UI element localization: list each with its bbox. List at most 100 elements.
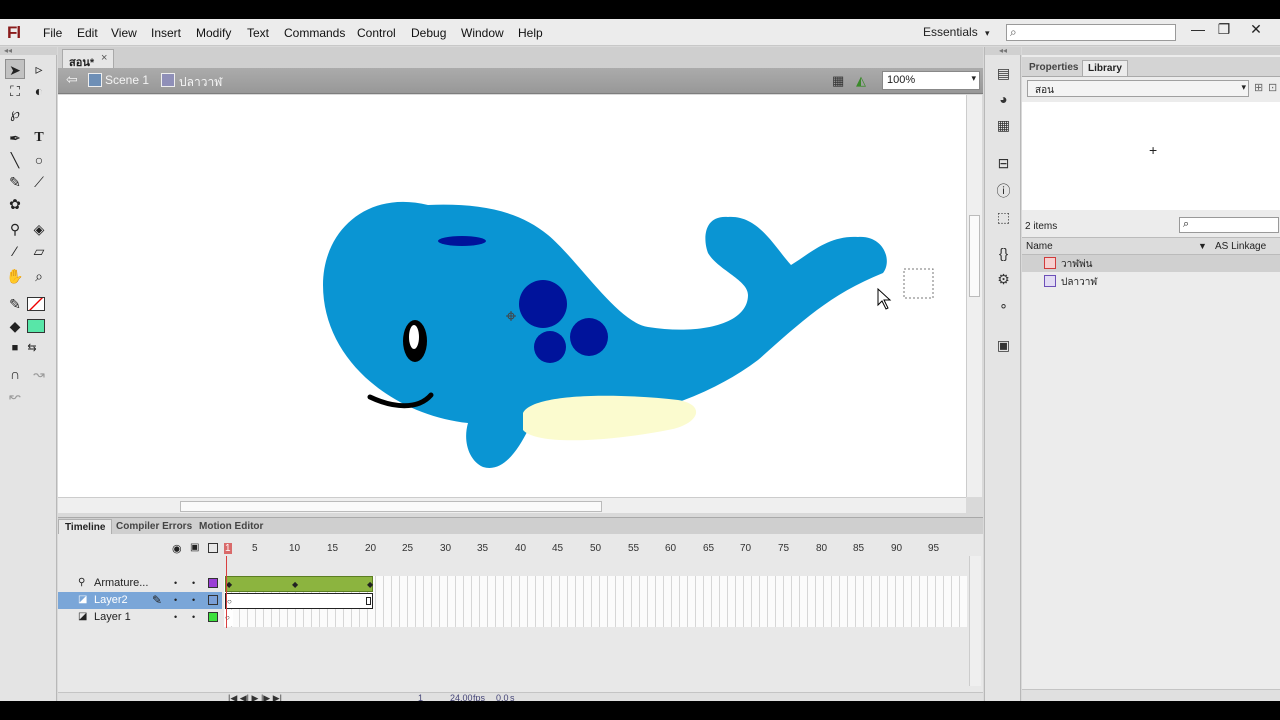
end-frame[interactable] (366, 597, 371, 605)
pose-keyframe[interactable]: ◆ (367, 580, 373, 589)
layer-outline-color[interactable] (208, 578, 218, 588)
close-window-button[interactable]: ✕ (1244, 21, 1268, 39)
scrollbar-thumb[interactable] (180, 501, 602, 512)
selection-tool-icon[interactable]: ➤ (5, 59, 25, 79)
armature-pose-span[interactable]: ◆ ◆ ◆ (225, 576, 373, 592)
bone-icon[interactable]: ⚲ (5, 219, 25, 239)
swatches-grid-icon[interactable]: ▦ (995, 117, 1012, 134)
workspace-switcher[interactable]: Essentials ▾ (923, 25, 990, 39)
deco-icon[interactable]: ✿ (5, 194, 25, 214)
column-name[interactable]: Name (1026, 241, 1053, 252)
smooth-icon[interactable]: ↝ (29, 364, 49, 384)
column-linkage[interactable]: AS Linkage (1215, 241, 1266, 252)
code-snippets-icon[interactable]: {} (995, 245, 1012, 262)
layer-row-layer1[interactable]: ◪ Layer 1 • • (58, 609, 222, 626)
brush-icon[interactable]: ⟋ (29, 172, 49, 192)
menu-file[interactable]: File (43, 26, 62, 40)
frame-grid[interactable]: ◆ ◆ ◆ ○ ○ (224, 576, 967, 627)
snap-to-objects-icon[interactable]: ∩ (5, 364, 25, 384)
fill-color-swatch[interactable] (27, 319, 45, 333)
pin-icon[interactable]: ⊞ (1254, 81, 1263, 94)
eraser-icon[interactable]: ▱ (29, 241, 49, 261)
layer-row-layer2[interactable]: ◪ Layer2 ✎ • • (58, 592, 222, 609)
whale-artwork[interactable] (58, 95, 966, 497)
document-tab[interactable]: สอน* × (62, 49, 114, 69)
swatches-icon[interactable]: ▤ (995, 65, 1012, 82)
panel-grip[interactable] (1022, 47, 1280, 55)
panel-grip[interactable]: ◂◂ (985, 47, 1021, 55)
menu-view[interactable]: View (111, 26, 137, 40)
menu-modify[interactable]: Modify (196, 26, 231, 40)
tab-timeline[interactable]: Timeline (58, 519, 113, 535)
menu-edit[interactable]: Edit (77, 26, 98, 40)
tab-properties[interactable]: Properties (1024, 60, 1083, 75)
library-document-select[interactable]: สอน ▾ (1027, 80, 1249, 97)
new-library-icon[interactable]: ⊡ (1268, 81, 1277, 94)
breadcrumb-scene[interactable]: Scene 1 (105, 73, 149, 87)
close-icon[interactable]: × (101, 52, 107, 64)
playback-controls[interactable]: |◀ ◀| ▶ |▶ ▶| (228, 693, 282, 701)
timeline-scrollbar[interactable] (969, 556, 981, 686)
color-icon[interactable]: ◕ (995, 91, 1012, 108)
3d-rotation-icon[interactable]: ◐ (29, 81, 49, 101)
scrollbar-thumb[interactable] (969, 215, 980, 297)
motion-presets-icon[interactable]: ∘ (995, 297, 1012, 314)
breadcrumb-symbol[interactable]: ปลาวาฬ (179, 73, 222, 92)
transform-icon[interactable]: ⬚ (995, 209, 1012, 226)
tab-compiler-errors[interactable]: Compiler Errors (110, 519, 198, 535)
subselection-tool-icon[interactable]: ▹ (29, 59, 49, 79)
library-item[interactable]: ปลาวาฬ (1022, 273, 1280, 290)
edit-scene-icon[interactable]: ▦ (832, 73, 844, 89)
text-icon[interactable]: T (29, 128, 49, 148)
eyedropper-icon[interactable]: ⁄ (5, 241, 25, 261)
sort-icon[interactable]: ▼ (1198, 241, 1207, 251)
stage-canvas[interactable] (58, 95, 966, 497)
playhead[interactable] (226, 556, 227, 628)
library-search-input[interactable]: ⌕ (1179, 217, 1279, 233)
menu-debug[interactable]: Debug (411, 26, 446, 40)
eye-icon[interactable]: ◉ (172, 542, 182, 555)
info-icon[interactable]: ⓘ (995, 183, 1012, 200)
paint-bucket-icon[interactable]: ◈ (29, 219, 49, 239)
restore-button[interactable]: ❐ (1212, 21, 1236, 39)
history-icon[interactable]: ▣ (995, 337, 1012, 354)
pose-keyframe[interactable]: ◆ (292, 580, 298, 589)
components-icon[interactable]: ⚙ (995, 271, 1012, 288)
menu-text[interactable]: Text (247, 26, 269, 40)
visibility-dot[interactable]: • (174, 578, 177, 588)
layer-outline-color[interactable] (208, 595, 218, 605)
menu-window[interactable]: Window (461, 26, 504, 40)
lock-dot[interactable]: • (192, 612, 195, 622)
stage-horizontal-scrollbar[interactable] (58, 497, 966, 513)
swap-colors-icon[interactable]: ⇆ (22, 338, 42, 358)
zoom-icon[interactable]: ⌕ (29, 266, 49, 286)
line-icon[interactable]: ╲ (5, 150, 25, 170)
tab-library[interactable]: Library (1082, 60, 1128, 76)
align-icon[interactable]: ⊟ (995, 155, 1012, 172)
menu-insert[interactable]: Insert (151, 26, 181, 40)
pencil-icon[interactable]: ✎ (5, 172, 25, 192)
hand-icon[interactable]: ✋ (5, 266, 25, 286)
frame-rate[interactable]: 24.00 (450, 693, 473, 701)
library-item[interactable]: วาฬพ่น (1022, 255, 1280, 272)
visibility-dot[interactable]: • (174, 595, 177, 605)
layer-outline-color[interactable] (208, 612, 218, 622)
edit-symbols-icon[interactable]: ◭ (856, 73, 866, 89)
minimize-button[interactable]: — (1186, 21, 1210, 39)
back-arrow-icon[interactable]: ⇦ (66, 71, 78, 88)
help-search-input[interactable]: ⌕ (1006, 24, 1176, 41)
panel-grip[interactable]: ◂◂ (0, 47, 57, 55)
lock-icon[interactable]: ▣ (190, 542, 199, 553)
straighten-icon[interactable]: ↜ (5, 386, 25, 406)
outline-icon[interactable] (208, 543, 218, 553)
visibility-dot[interactable]: • (174, 612, 177, 622)
current-frame[interactable]: 1 (418, 693, 423, 701)
pen-icon[interactable]: ✒ (5, 128, 25, 148)
menu-control[interactable]: Control (357, 26, 396, 40)
layer-row-armature[interactable]: ⚲ Armature... • • (58, 575, 222, 592)
menu-commands[interactable]: Commands (284, 26, 345, 40)
lock-dot[interactable]: • (192, 595, 195, 605)
layer2-frame-span[interactable]: ○ (225, 593, 373, 609)
free-transform-icon[interactable]: ⛶ (5, 81, 25, 101)
lock-dot[interactable]: • (192, 578, 195, 588)
